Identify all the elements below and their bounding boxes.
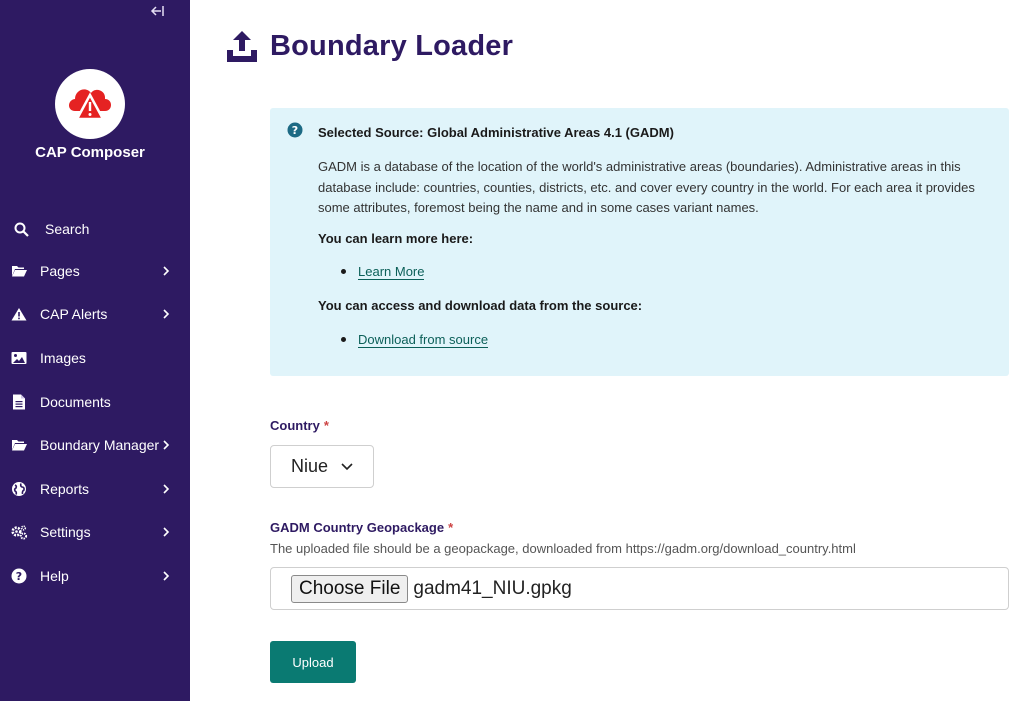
sidebar-item-reports[interactable]: Reports	[0, 467, 190, 511]
folder-open-icon	[10, 262, 28, 280]
chevron-down-icon	[341, 462, 353, 470]
svg-text:?: ?	[16, 570, 22, 583]
learn-more-heading: You can learn more here:	[318, 231, 474, 246]
download-heading: You can access and download data from th…	[318, 298, 643, 313]
brand-name: CAP Composer	[35, 144, 145, 161]
chevron-right-icon	[163, 527, 170, 537]
sidebar-item-label: CAP Alerts	[40, 306, 108, 323]
geopackage-label: GADM Country Geopackage *	[270, 520, 453, 535]
sidebar-item-help[interactable]: ? Help	[0, 554, 190, 598]
page-header: Boundary Loader	[226, 28, 513, 64]
sidebar-item-label: Reports	[40, 480, 90, 497]
upload-button[interactable]: Upload	[270, 641, 356, 683]
help-circle-icon: ?	[10, 567, 28, 585]
sidebar-search[interactable]: Search	[14, 218, 89, 240]
warning-icon	[10, 305, 28, 323]
collapse-sidebar-icon[interactable]	[147, 4, 167, 22]
sidebar-item-settings[interactable]: Settings	[0, 511, 190, 555]
chevron-right-icon	[163, 484, 170, 494]
sidebar-item-label: Images	[40, 349, 86, 366]
cloud-alert-icon	[69, 89, 111, 121]
image-icon	[10, 349, 28, 367]
chevron-right-icon	[163, 571, 170, 581]
choose-file-button[interactable]: Choose File	[291, 574, 409, 603]
source-title: Selected Source: Global Administrative A…	[318, 125, 674, 140]
question-circle-icon: ?	[287, 122, 303, 138]
sidebar-item-cap-alerts[interactable]: CAP Alerts	[0, 293, 190, 337]
required-marker: *	[448, 520, 454, 535]
upload-icon	[227, 31, 257, 62]
chevron-right-icon	[163, 309, 170, 319]
sidebar-item-images[interactable]: Images	[0, 336, 190, 380]
source-description: GADM is a database of the location of th…	[318, 159, 975, 215]
source-info-panel: ? Selected Source: Global Administrative…	[270, 108, 1009, 376]
learn-more-link[interactable]: Learn More	[358, 264, 425, 280]
list-bullet	[341, 269, 346, 274]
page-title: Boundary Loader	[270, 29, 514, 62]
search-label: Search	[45, 221, 90, 237]
cogs-icon	[10, 523, 28, 541]
country-select[interactable]: Niue	[270, 445, 374, 488]
geopackage-help-text: The uploaded file should be a geopackage…	[270, 541, 856, 556]
sidebar-item-documents[interactable]: Documents	[0, 380, 190, 424]
sidebar: CAP Composer Search Pages CAP Alerts Ima…	[0, 0, 190, 701]
folder-open-icon	[10, 436, 28, 454]
sidebar-item-label: Boundary Manager	[40, 437, 160, 454]
chevron-right-icon	[163, 266, 170, 276]
sidebar-item-label: Documents	[40, 393, 111, 410]
list-bullet	[341, 337, 346, 342]
sidebar-item-label: Pages	[40, 262, 80, 279]
sidebar-item-label: Help	[40, 567, 69, 584]
globe-icon	[10, 480, 28, 498]
sidebar-item-pages[interactable]: Pages	[0, 249, 190, 293]
country-label-text: Country	[270, 418, 320, 433]
selected-file-name: gadm41_NIU.gpkg	[413, 577, 572, 599]
search-icon	[14, 222, 29, 237]
chevron-right-icon	[163, 440, 170, 450]
country-label: Country *	[270, 418, 329, 433]
country-select-value: Niue	[291, 456, 329, 476]
sidebar-item-boundary-manager[interactable]: Boundary Manager	[0, 423, 190, 467]
download-source-link[interactable]: Download from source	[358, 332, 489, 348]
geopackage-label-text: GADM Country Geopackage	[270, 520, 445, 535]
sidebar-item-label: Settings	[40, 524, 91, 541]
required-marker: *	[323, 418, 329, 433]
document-icon	[10, 393, 28, 411]
geopackage-file-input[interactable]: Choose File gadm41_NIU.gpkg	[270, 567, 1009, 610]
sidebar-nav: Pages CAP Alerts Images Documents Bounda…	[0, 249, 190, 598]
svg-text:?: ?	[292, 124, 298, 137]
app-logo	[55, 69, 125, 139]
